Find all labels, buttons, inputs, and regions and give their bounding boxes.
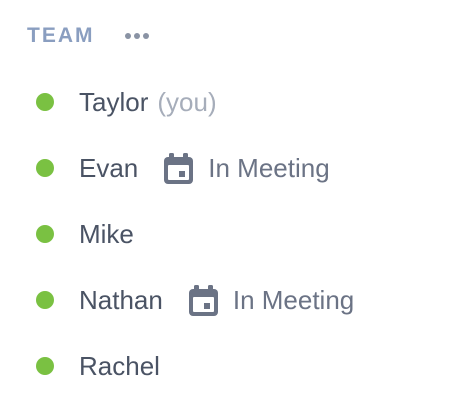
online-status-dot: [36, 357, 54, 375]
member-name: Evan: [79, 152, 139, 183]
team-member-mike[interactable]: Mike: [36, 214, 134, 254]
more-options-icon[interactable]: [124, 29, 149, 43]
member-name: Nathan: [79, 284, 163, 315]
member-status: In Meeting: [188, 284, 355, 316]
team-panel: TEAM Taylor (you) Evan In Meeting Mike N…: [0, 0, 462, 414]
status-text: In Meeting: [208, 152, 330, 183]
team-member-nathan[interactable]: Nathan In Meeting: [36, 280, 354, 320]
online-status-dot: [36, 291, 54, 309]
status-text: In Meeting: [232, 284, 355, 315]
online-status-dot: [36, 159, 54, 177]
member-status: In Meeting: [164, 152, 330, 184]
member-name: Rachel: [79, 350, 160, 381]
online-status-dot: [36, 225, 54, 243]
team-section-title: TEAM: [27, 24, 95, 47]
team-member-taylor[interactable]: Taylor (you): [36, 82, 217, 122]
member-you-label: (you): [157, 86, 217, 117]
calendar-icon: [188, 284, 218, 316]
team-header: TEAM: [27, 22, 149, 50]
team-member-evan[interactable]: Evan In Meeting: [36, 148, 330, 188]
member-name: Taylor: [79, 86, 149, 117]
member-name: Mike: [79, 218, 134, 249]
calendar-icon: [164, 152, 194, 184]
online-status-dot: [36, 93, 54, 111]
team-member-rachel[interactable]: Rachel: [36, 346, 160, 386]
